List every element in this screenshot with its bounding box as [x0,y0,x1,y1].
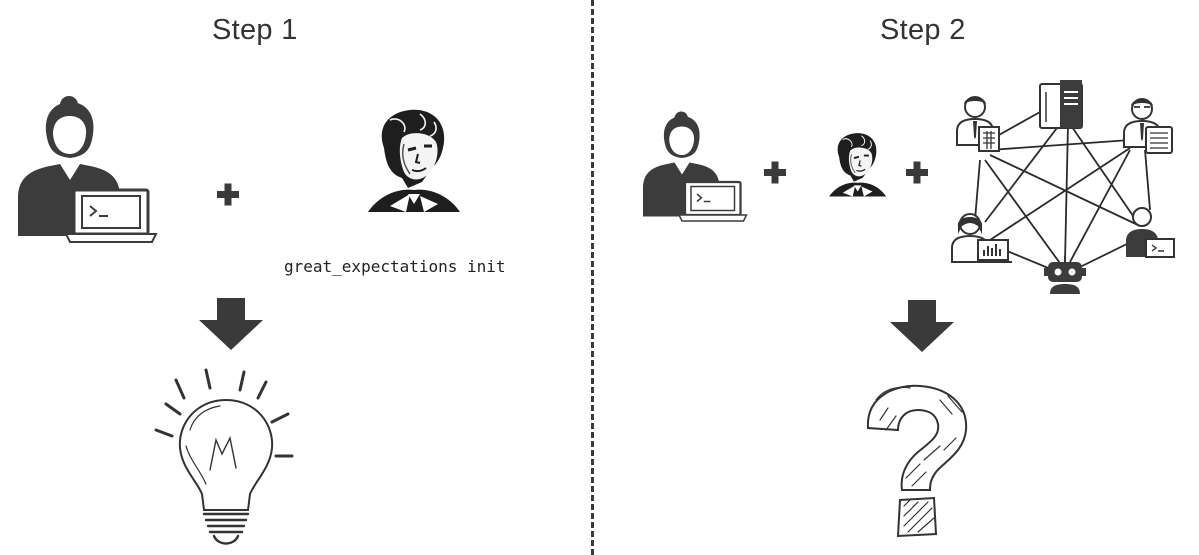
plus-icon-2 [764,161,786,184]
robot-icon [1044,256,1086,294]
analyst-icon [956,96,1000,152]
figure-layer [16,80,1175,545]
data-scientist-icon [951,213,1012,263]
server-icon [1039,80,1083,129]
developer-icon [1126,207,1175,258]
down-arrow-icon-2 [890,300,954,352]
plus-icon-3 [906,161,928,184]
plus-icon [217,183,239,206]
down-arrow-icon [199,298,263,350]
diagram: Step 1 Step 2 great_expectations init [0,0,1199,555]
reviewer-icon [1123,98,1173,154]
data-engineer-small-icon [641,110,748,223]
data-engineer-icon [16,94,158,244]
question-mark-icon [866,384,968,538]
light-bulb-icon [154,368,294,545]
great-expectations-logo-icon [366,108,462,214]
great-expectations-small-logo-icon [828,132,888,198]
